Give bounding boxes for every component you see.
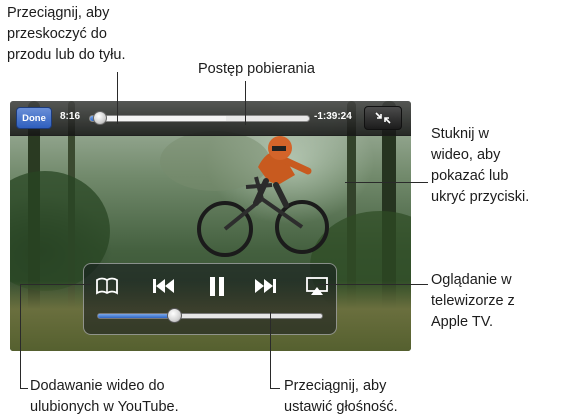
exit-fullscreen-button[interactable] (364, 106, 402, 130)
appletv-leader-line (318, 284, 428, 285)
bookmark-callout: Dodawanie wideo do ulubionych w YouTube. (30, 376, 179, 418)
volume-callout: Przeciągnij, aby ustawić głośność. (284, 376, 398, 418)
airplay-icon (306, 277, 328, 295)
remaining-time: -1:39:24 (314, 111, 352, 122)
volume-leader-line-bottom (270, 388, 280, 389)
tap-callout-line-2: wideo, aby (431, 147, 501, 163)
bookmark-callout-line-1: Dodawanie wideo do (30, 378, 165, 394)
appletv-callout-line-1: Oglądanie w (431, 272, 512, 288)
download-progress-bar (90, 116, 226, 121)
airplay-button[interactable] (304, 273, 330, 299)
elapsed-time: 8:16 (60, 111, 81, 122)
bookmark-callout-line-2: ulubionych w YouTube. (30, 399, 179, 415)
appletv-callout: Oglądanie w telewizorze z Apple TV. (431, 270, 515, 333)
pause-icon (210, 277, 224, 296)
volume-callout-line-1: Przeciągnij, aby (284, 378, 387, 394)
download-callout: Postęp pobierania (198, 59, 315, 80)
pause-button[interactable] (207, 273, 227, 299)
tap-leader-line (345, 182, 428, 183)
playback-controls-panel (83, 263, 337, 335)
playback-scrubber[interactable] (89, 115, 310, 122)
done-button[interactable]: Done (16, 107, 52, 129)
tap-callout: Stuknij w wideo, aby pokazać lub ukryć p… (431, 124, 529, 208)
bookmark-button[interactable] (94, 273, 120, 299)
playback-scrubber-thumb[interactable] (93, 111, 108, 125)
next-button[interactable] (253, 273, 279, 299)
appletv-callout-line-2: telewizorze z (431, 293, 515, 309)
player-top-bar: Done 8:16 -1:39:24 (10, 101, 411, 136)
scrub-callout-line-1: Przeciągnij, aby (7, 5, 110, 21)
previous-button[interactable] (150, 273, 176, 299)
appletv-callout-line-3: Apple TV. (431, 314, 494, 330)
exit-fullscreen-icon (375, 112, 391, 124)
volume-slider-thumb[interactable] (166, 308, 182, 323)
scrub-callout-line-2: przeskoczyć do (7, 26, 107, 42)
previous-icon (153, 279, 174, 293)
next-icon (255, 279, 276, 293)
download-callout-text: Postęp pobierania (198, 61, 315, 77)
volume-callout-line-2: ustawić głośność. (284, 399, 398, 415)
bookmark-icon (96, 277, 118, 295)
bookmark-leader-line-vertical (20, 284, 21, 388)
scrub-leader-line (117, 72, 118, 124)
volume-level-fill (98, 314, 175, 318)
scrub-callout-line-3: przodu lub do tyłu. (7, 47, 126, 63)
bookmark-leader-line-top (20, 284, 91, 285)
volume-leader-line-vertical (270, 312, 271, 388)
video-frame[interactable]: Done 8:16 -1:39:24 (10, 101, 411, 351)
tap-callout-line-4: ukryć przyciski. (431, 189, 530, 205)
volume-slider[interactable] (97, 313, 323, 319)
bookmark-leader-line-bottom (20, 388, 28, 389)
tap-callout-line-1: Stuknij w (431, 126, 490, 142)
download-leader-line (245, 81, 246, 125)
tap-callout-line-3: pokazać lub (431, 168, 509, 184)
scrub-callout: Przeciągnij, aby przeskoczyć do przodu l… (7, 3, 126, 66)
